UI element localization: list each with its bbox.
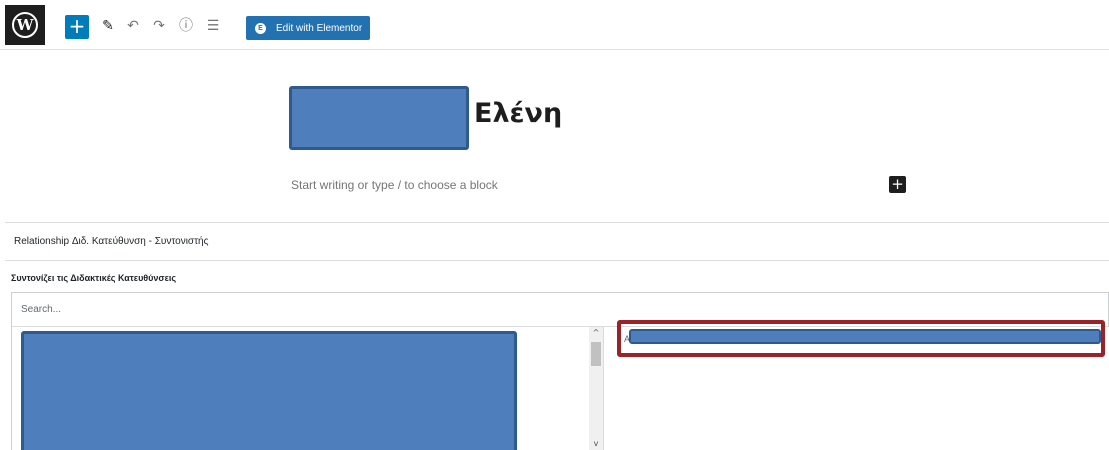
- choices-list[interactable]: ^ v: [12, 327, 604, 450]
- undo-icon[interactable]: ↶: [123, 16, 143, 36]
- metabox-title: Relationship Διδ. Κατεύθυνση - Συντονιστ…: [14, 236, 209, 247]
- redo-icon[interactable]: ↷: [149, 16, 169, 36]
- block-placeholder[interactable]: Start writing or type / to choose a bloc…: [291, 178, 498, 192]
- elementor-button-label: Edit with Elementor: [276, 22, 363, 34]
- relationship-field-label: Συντονίζει τις Διδακτικές Κατευθύνσεις: [11, 273, 177, 283]
- elementor-icon: E: [255, 22, 266, 34]
- relationship-field: ^ v A: [11, 292, 1109, 450]
- choices-scrollbar[interactable]: ^ v: [589, 327, 603, 450]
- selected-values-list: A: [604, 320, 1109, 450]
- scroll-up-arrow-icon[interactable]: ^: [589, 328, 603, 340]
- add-block-button[interactable]: +: [65, 15, 89, 39]
- redacted-choices: [21, 331, 517, 450]
- selected-item-highlighted[interactable]: A: [617, 320, 1105, 357]
- wordpress-logo-icon: W: [12, 12, 38, 38]
- post-title[interactable]: Ελένη: [474, 98, 562, 129]
- redacted-selected-item: [629, 329, 1101, 344]
- inline-add-block-button[interactable]: +: [889, 176, 906, 193]
- list-view-icon[interactable]: ☰: [203, 16, 223, 36]
- scroll-down-arrow-icon[interactable]: v: [589, 439, 603, 450]
- editor-toolbar: W + ✎ ↶ ↷ ⓘ ☰ E Edit with Elementor: [0, 0, 1109, 50]
- wordpress-logo-button[interactable]: W: [5, 5, 45, 45]
- redacted-title-part: [289, 86, 469, 150]
- edit-pencil-icon[interactable]: ✎: [98, 16, 118, 36]
- info-icon[interactable]: ⓘ: [176, 16, 196, 36]
- edit-with-elementor-button[interactable]: E Edit with Elementor: [246, 16, 370, 40]
- scroll-thumb[interactable]: [591, 342, 601, 366]
- relationship-metabox-header[interactable]: Relationship Διδ. Κατεύθυνση - Συντονιστ…: [5, 222, 1109, 261]
